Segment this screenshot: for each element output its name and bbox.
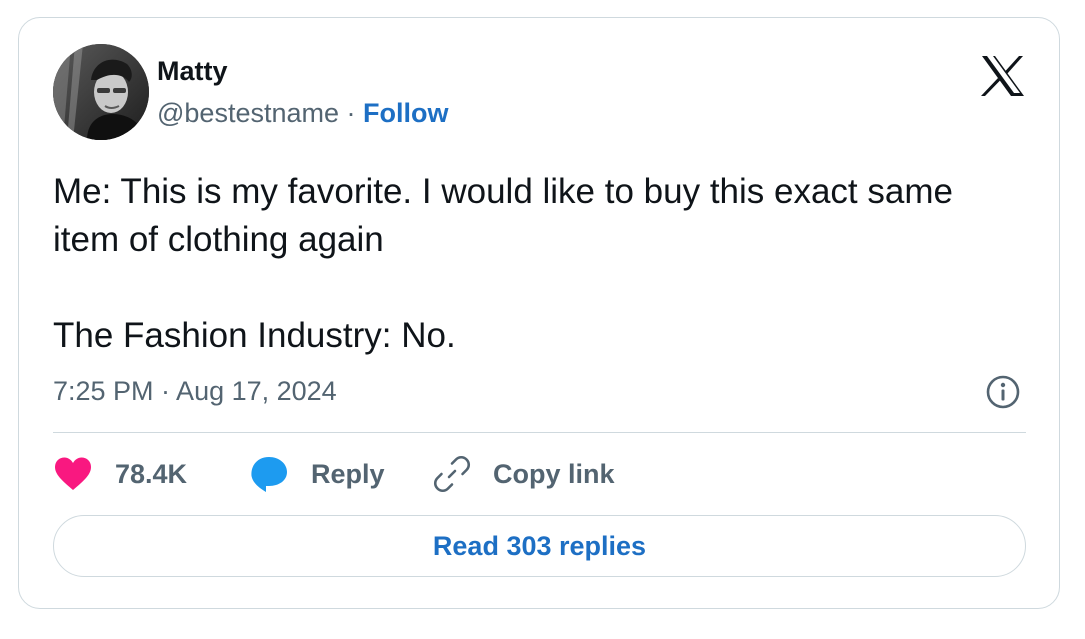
follow-link[interactable]: Follow <box>363 98 448 128</box>
divider <box>53 432 1026 433</box>
handle-separator: · <box>346 98 356 128</box>
author-meta: @bestestname · Follow <box>157 98 449 129</box>
heart-icon <box>53 456 93 492</box>
tweet-text-line: Me: This is my favorite. I would like to… <box>53 172 953 259</box>
reply-label: Reply <box>311 458 385 489</box>
speech-bubble-icon <box>249 455 289 493</box>
author-handle[interactable]: @bestestname <box>157 98 339 128</box>
like-count: 78.4K <box>115 458 188 489</box>
copy-link-label: Copy link <box>493 458 615 489</box>
avatar-photo <box>53 44 149 140</box>
tweet-text: Me: This is my favorite. I would like to… <box>53 168 1013 360</box>
reply-button[interactable]: Reply <box>249 454 385 494</box>
info-icon[interactable] <box>985 374 1021 410</box>
copy-link-button[interactable]: Copy link <box>433 454 615 494</box>
read-replies-button[interactable]: Read 303 replies <box>53 515 1026 577</box>
tweet-card: Matty @bestestname · Follow Me: This is … <box>18 17 1060 609</box>
x-logo-icon[interactable] <box>980 55 1026 97</box>
tweet-timestamp[interactable]: 7:25 PM · Aug 17, 2024 <box>53 376 337 407</box>
author-name[interactable]: Matty <box>157 56 228 87</box>
tweet-text-line: The Fashion Industry: No. <box>53 316 456 355</box>
link-icon <box>433 455 471 493</box>
like-button[interactable]: 78.4K <box>53 454 187 494</box>
avatar[interactable] <box>53 44 149 140</box>
